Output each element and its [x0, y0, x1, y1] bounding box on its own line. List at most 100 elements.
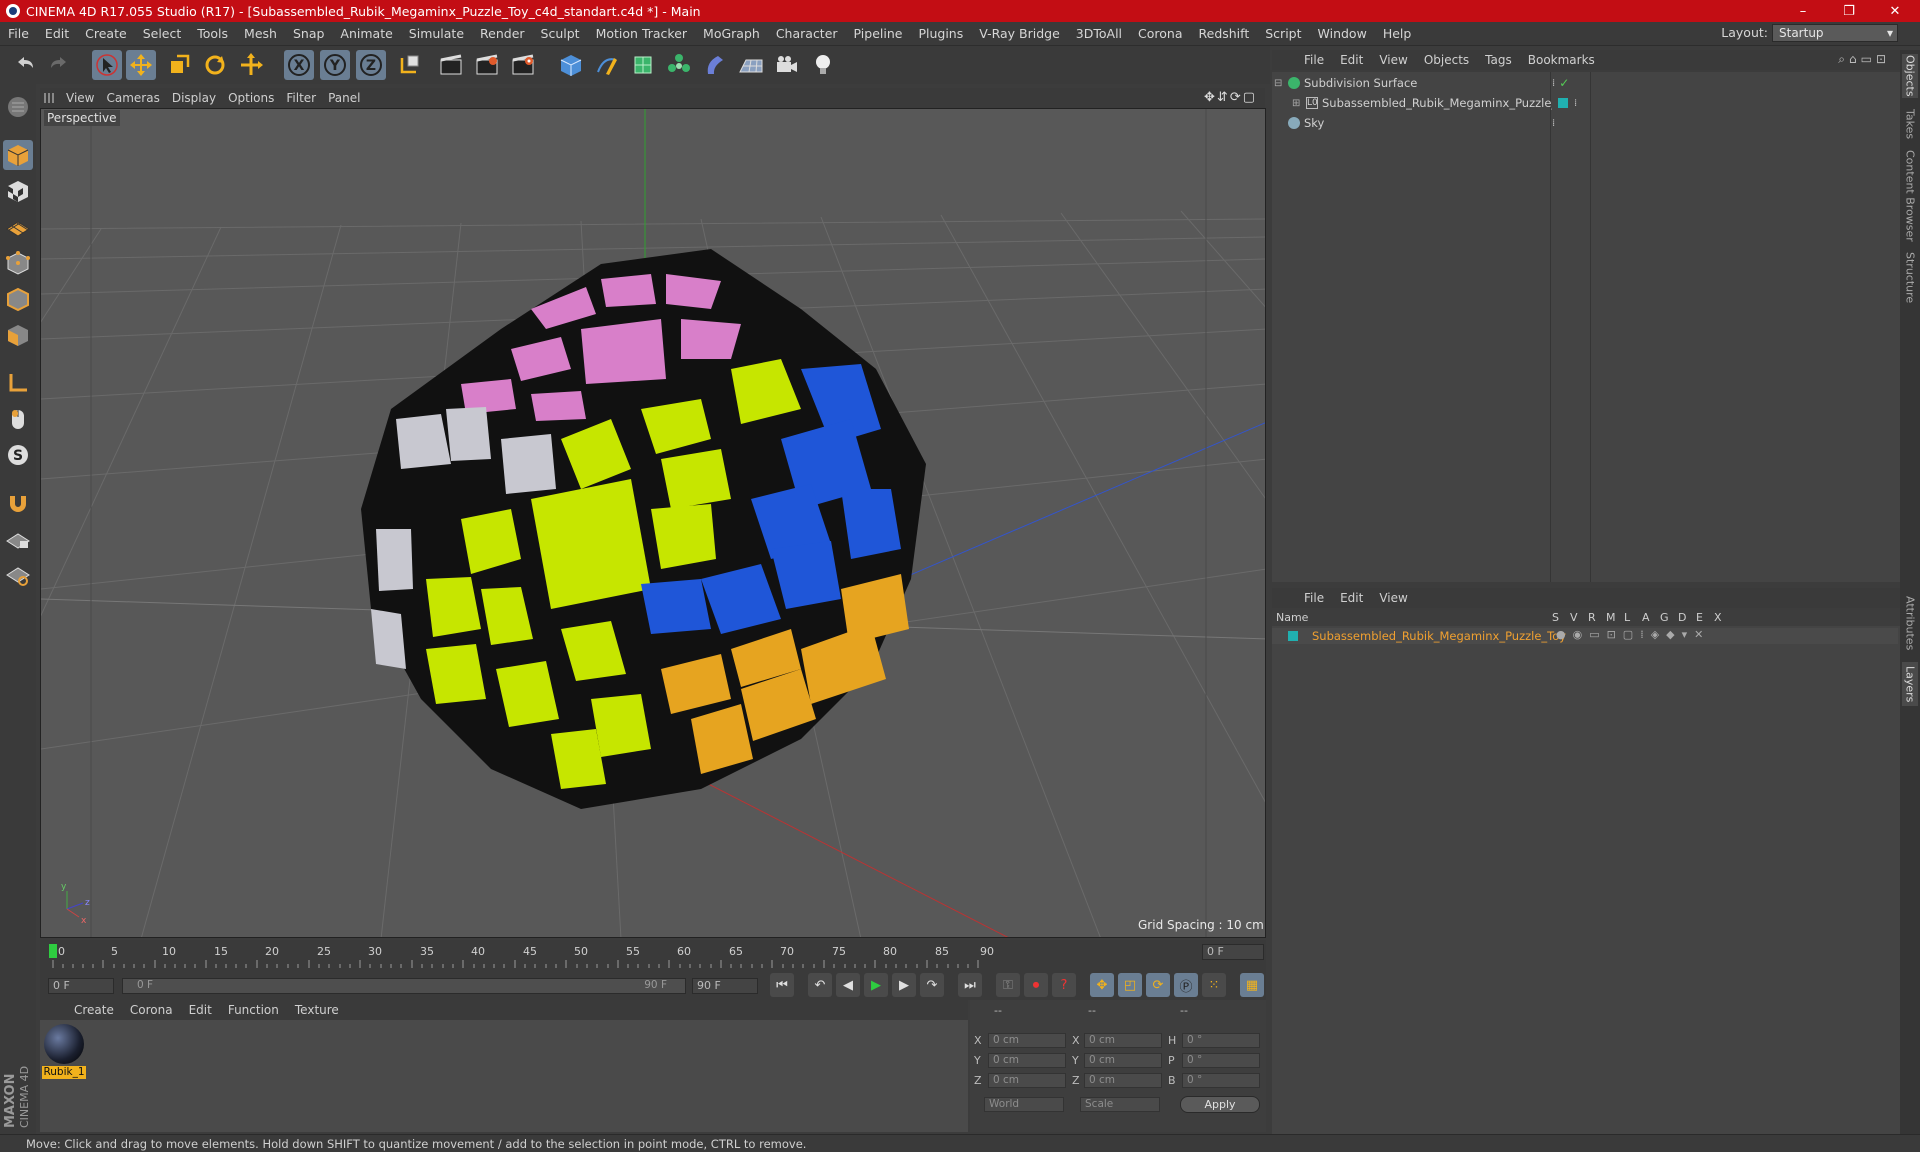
expand-toggle-icon[interactable]: ⊞ [1292, 98, 1302, 109]
transform-tool-button[interactable] [236, 50, 266, 80]
key-scale-button[interactable]: ◰ [1118, 973, 1142, 997]
start-frame-field[interactable]: 0 F [48, 978, 114, 994]
menu-mograph[interactable]: MoGraph [695, 26, 768, 41]
menu-animate[interactable]: Animate [332, 26, 400, 41]
render-view-button[interactable] [436, 50, 466, 80]
go-to-end-button[interactable]: ⏭ [958, 973, 982, 997]
axis-mode-button[interactable] [3, 368, 33, 398]
rotation-h-field[interactable]: 0 ° [1182, 1033, 1260, 1048]
layer-menu-file[interactable]: File [1296, 591, 1332, 605]
floor-button[interactable] [736, 50, 766, 80]
points-mode-button[interactable] [3, 248, 33, 278]
menu-render[interactable]: Render [472, 26, 533, 41]
polygons-mode-button[interactable] [3, 320, 33, 350]
live-selection-button[interactable] [92, 50, 122, 80]
material-swatch[interactable]: Rubik_1 [42, 1022, 86, 1079]
next-frame-button[interactable]: ▶ [892, 973, 916, 997]
collapse-toggle-icon[interactable]: ⊟ [1274, 78, 1284, 89]
previous-key-button[interactable]: ↶ [808, 973, 832, 997]
cloner-button[interactable] [664, 50, 694, 80]
menu-sculpt[interactable]: Sculpt [533, 26, 588, 41]
x-axis-lock-button[interactable]: X [284, 50, 314, 80]
viewport-menu-panel[interactable]: Panel [328, 91, 372, 105]
size-y-field[interactable]: 0 cm [1084, 1053, 1162, 1068]
material-menu-create[interactable]: Create [66, 1003, 122, 1017]
make-editable-button[interactable] [3, 92, 33, 122]
layout-dropdown[interactable]: Startup [1772, 24, 1898, 42]
menu-vray-bridge[interactable]: V-Ray Bridge [971, 26, 1068, 41]
solo-button[interactable]: S [3, 440, 33, 470]
size-mode-dropdown[interactable]: Scale [1080, 1097, 1160, 1112]
coordinate-mode-dropdown[interactable]: World [984, 1097, 1064, 1112]
workplane-mode-button[interactable] [3, 212, 33, 242]
timeline-window-button[interactable]: ▦ [1240, 973, 1264, 997]
menu-plugins[interactable]: Plugins [910, 26, 971, 41]
object-menu-file[interactable]: File [1296, 53, 1332, 67]
lock-workplane-button[interactable] [3, 524, 33, 554]
viewport-menu-filter[interactable]: Filter [286, 91, 328, 105]
tab-attributes[interactable]: Attributes [1902, 590, 1918, 656]
cube-primitive-button[interactable] [556, 50, 586, 80]
play-button[interactable]: ▶ [864, 973, 888, 997]
subdivision-surface-button[interactable] [628, 50, 658, 80]
autokey-button[interactable]: ? [1052, 973, 1076, 997]
menu-window[interactable]: Window [1310, 26, 1375, 41]
spline-pen-button[interactable] [592, 50, 622, 80]
3d-viewport[interactable]: y z x [40, 108, 1266, 938]
next-key-button[interactable]: ↷ [920, 973, 944, 997]
viewport-menu-options[interactable]: Options [228, 91, 286, 105]
viewport-menu-view[interactable]: View [66, 91, 106, 105]
object-manager-search-icon[interactable]: ⌕⌂▭⊡ [1838, 52, 1890, 67]
layer-menu-edit[interactable]: Edit [1332, 591, 1371, 605]
go-to-start-button[interactable]: ⏮ [770, 973, 794, 997]
object-list[interactable] [1272, 72, 1900, 582]
viewport-menu-display[interactable]: Display [172, 91, 228, 105]
undo-button[interactable] [10, 50, 40, 80]
menu-file[interactable]: File [0, 26, 37, 41]
edges-mode-button[interactable] [3, 284, 33, 314]
menu-create[interactable]: Create [77, 26, 135, 41]
key-position-button[interactable]: ✥ [1090, 973, 1114, 997]
menu-edit[interactable]: Edit [37, 26, 77, 41]
material-menu-function[interactable]: Function [220, 1003, 287, 1017]
menu-mesh[interactable]: Mesh [236, 26, 285, 41]
material-menu-texture[interactable]: Texture [287, 1003, 347, 1017]
menu-pipeline[interactable]: Pipeline [846, 26, 911, 41]
menu-corona[interactable]: Corona [1130, 26, 1190, 41]
rotate-tool-button[interactable] [200, 50, 230, 80]
layer-toggle-icons[interactable]: ●◉▭⊡▢⁞◈◆▾✕ [1556, 628, 1710, 641]
current-frame-field[interactable]: 0 F [1202, 944, 1264, 960]
camera-button[interactable] [772, 50, 802, 80]
object-name[interactable]: Sky [1304, 116, 1552, 130]
visibility-dots-icon[interactable]: ⁞ [1552, 78, 1555, 89]
rotation-p-field[interactable]: 0 ° [1182, 1053, 1260, 1068]
viewport-camera-label[interactable]: Perspective [44, 110, 120, 126]
object-row-megaminx[interactable]: ⊞ L0 Subassembled_Rubik_Megaminx_Puzzle_… [1274, 94, 1900, 112]
playhead[interactable] [49, 944, 57, 958]
size-z-field[interactable]: 0 cm [1084, 1073, 1162, 1088]
tab-structure[interactable]: Structure [1902, 248, 1918, 308]
coordinate-system-button[interactable] [394, 50, 424, 80]
minimize-button[interactable]: – [1780, 0, 1826, 22]
menu-3dtoall[interactable]: 3DToAll [1068, 26, 1130, 41]
menu-redshift[interactable]: Redshift [1191, 26, 1258, 41]
model-mode-button[interactable] [3, 140, 33, 170]
layer-list[interactable]: Subassembled_Rubik_Megaminx_Puzzle_Toy ●… [1272, 626, 1900, 1134]
texture-mode-button[interactable] [3, 176, 33, 206]
light-button[interactable] [808, 50, 838, 80]
key-pla-button[interactable]: ⁙ [1202, 973, 1226, 997]
tab-takes[interactable]: Takes [1902, 104, 1918, 144]
menu-help[interactable]: Help [1375, 26, 1420, 41]
frame-range-slider[interactable]: 0 F 90 F [122, 978, 686, 994]
layer-color-swatch[interactable] [1288, 631, 1298, 641]
viewport-navigation-icons[interactable]: ✥⇵⟳▢ [1204, 90, 1257, 105]
size-x-field[interactable]: 0 cm [1084, 1033, 1162, 1048]
menu-character[interactable]: Character [768, 26, 846, 41]
position-x-field[interactable]: 0 cm [988, 1033, 1066, 1048]
rotation-b-field[interactable]: 0 ° [1182, 1073, 1260, 1088]
object-row-sky[interactable]: Sky ⁞ [1274, 114, 1900, 132]
object-row-subdivision-surface[interactable]: ⊟ Subdivision Surface ⁞ ✓ [1274, 74, 1900, 92]
layer-menu-view[interactable]: View [1371, 591, 1415, 605]
close-button[interactable]: ✕ [1872, 0, 1918, 22]
material-menu-edit[interactable]: Edit [181, 1003, 220, 1017]
